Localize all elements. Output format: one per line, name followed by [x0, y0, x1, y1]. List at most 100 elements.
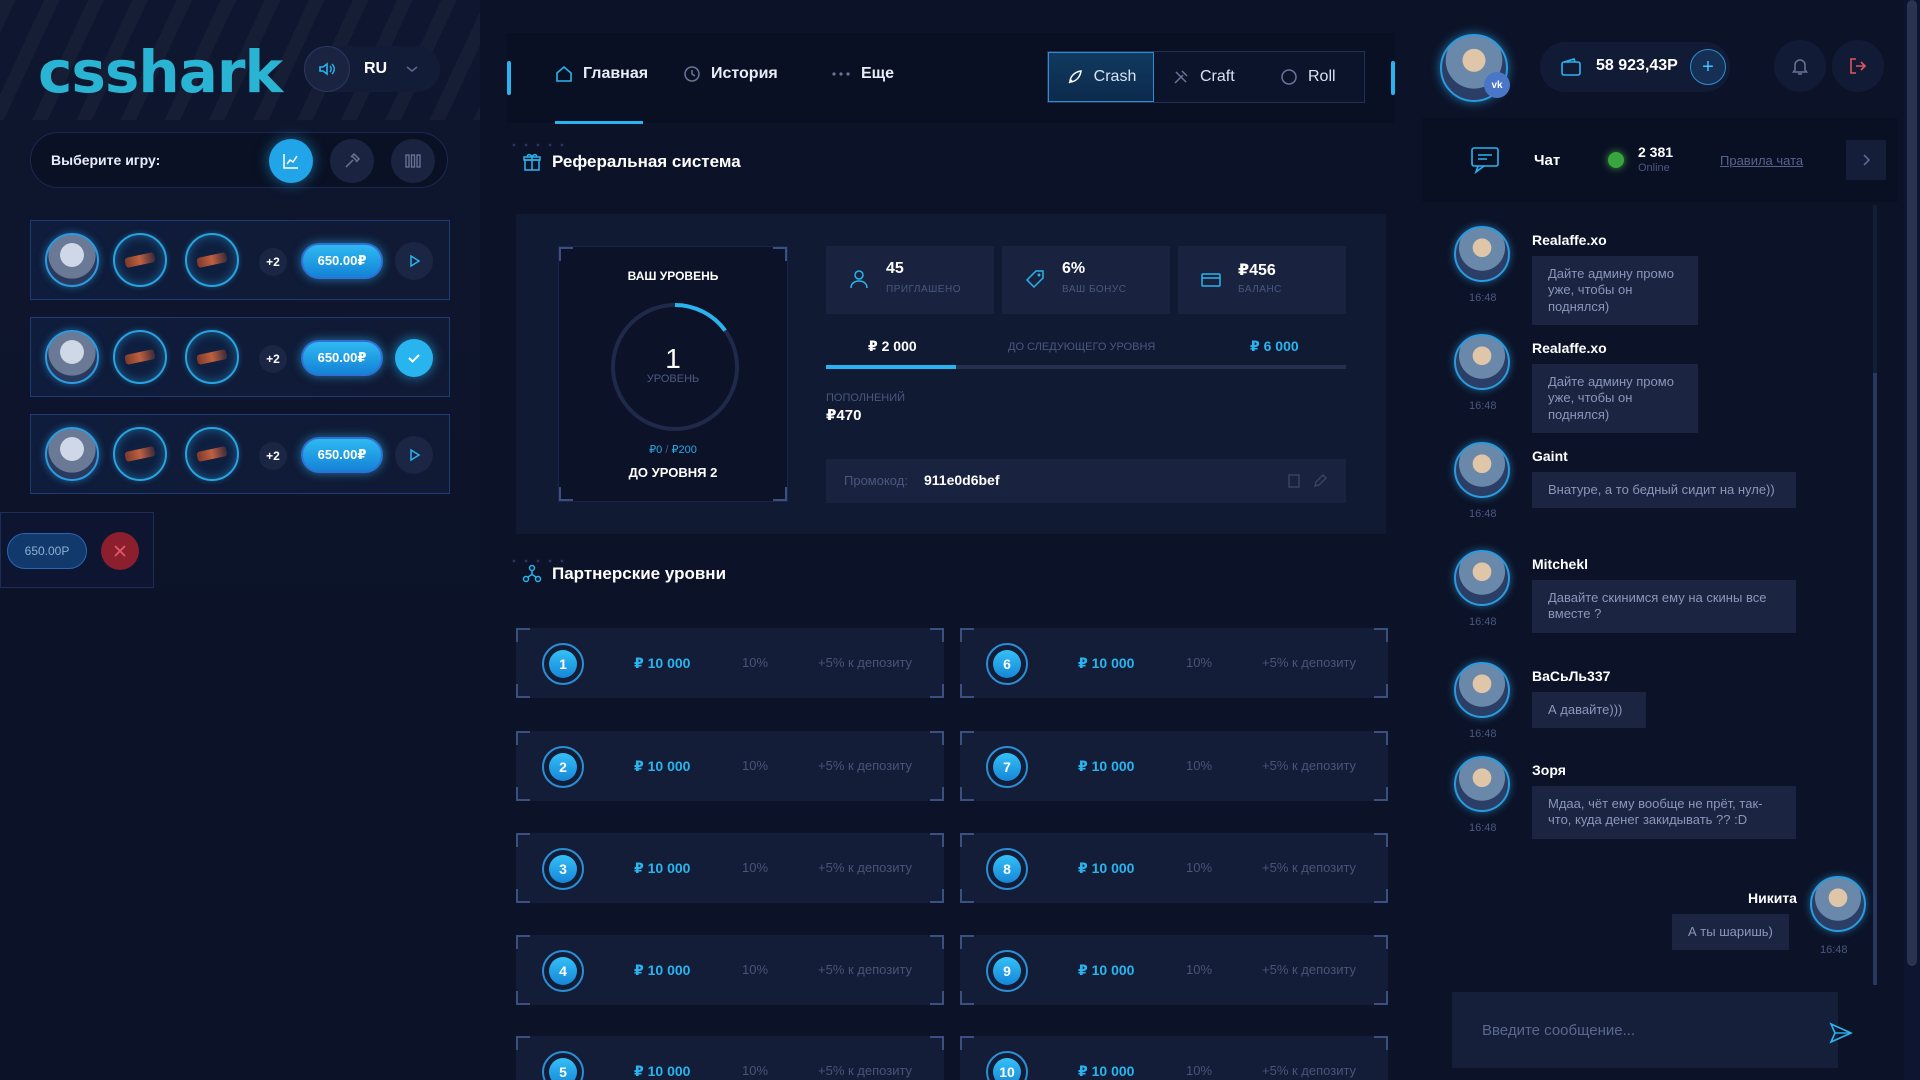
level-number: 1	[549, 650, 577, 678]
chat-input[interactable]	[1452, 992, 1838, 1068]
level-percent: 10%	[742, 860, 769, 875]
frame-corner	[960, 889, 974, 903]
sound-button[interactable]	[304, 46, 350, 92]
skin-item	[185, 330, 239, 384]
level-bonus: +5% к депозиту	[1262, 962, 1357, 977]
avatar[interactable]	[1454, 442, 1510, 498]
edit-icon[interactable]	[1312, 473, 1328, 489]
tab-home-label: Главная	[583, 65, 649, 82]
mode-craft-button[interactable]: Craft	[1172, 52, 1235, 102]
logout-button[interactable]	[1832, 40, 1884, 92]
promo-code-field[interactable]: Промокод: 911e0d6bef	[826, 459, 1346, 503]
level-badge: 7	[986, 746, 1028, 788]
nav-accent-left	[507, 61, 511, 95]
chevron-right-icon	[1863, 154, 1871, 166]
game-roll-button[interactable]	[391, 139, 435, 183]
level-card: ВАШ УРОВЕНЬ 1 УРОВЕНЬ ₽0 / ₽200 ДО УРОВН…	[558, 246, 788, 502]
partner-level-row: 7 ₽ 10 000 10% +5% к депозиту	[960, 731, 1388, 801]
level-badge: 6	[986, 643, 1028, 685]
confirm-button[interactable]	[395, 339, 433, 377]
balance-display: 58 923,43Р +	[1540, 42, 1730, 92]
chat-scrollbar-thumb[interactable]	[1873, 373, 1877, 985]
frame-corner	[930, 787, 944, 801]
message-time: 16:48	[1469, 508, 1497, 520]
avatar[interactable]	[1454, 550, 1510, 606]
frame-corner	[1374, 1036, 1388, 1050]
frame-corner	[773, 247, 787, 261]
notifications-button[interactable]	[1774, 40, 1826, 92]
send-button[interactable]	[1826, 1018, 1856, 1048]
level-amount: ₽ 10 000	[1078, 1063, 1135, 1079]
level-amount: ₽ 10 000	[1078, 860, 1135, 876]
message-time: 16:48	[1469, 400, 1497, 412]
tab-home[interactable]: Главная	[555, 65, 648, 83]
frame-corner	[930, 935, 944, 949]
avatar[interactable]	[1454, 662, 1510, 718]
chat-scrollbar[interactable]	[1873, 205, 1877, 985]
close-icon	[114, 545, 126, 557]
tools-icon	[1174, 70, 1188, 84]
partner-level-row: 1 ₽ 10 000 10% +5% к депозиту	[516, 628, 944, 698]
online-count: 2 381	[1638, 144, 1674, 160]
speaker-icon	[319, 62, 335, 76]
skin-item	[113, 330, 167, 384]
level-amount: ₽ 10 000	[1078, 962, 1135, 978]
frame-corner	[930, 833, 944, 847]
frame-corner	[960, 935, 974, 949]
avatar[interactable]	[1454, 756, 1510, 812]
bet-amount: 650.00₽	[301, 437, 383, 473]
active-tab-indicator	[555, 121, 643, 124]
game-mode-switch: Crash Craft Roll	[1047, 51, 1365, 103]
partner-level-row: 9 ₽ 10 000 10% +5% к депозиту	[960, 935, 1388, 1005]
frame-corner	[1374, 684, 1388, 698]
bet-card[interactable]: +2 650.00₽	[30, 317, 450, 397]
mode-roll-button[interactable]: Roll	[1280, 52, 1336, 102]
tab-more[interactable]: Еще	[831, 65, 894, 83]
progress-to: ₽ 6 000	[1250, 338, 1299, 354]
chat-rules-link[interactable]: Правила чата	[1720, 153, 1803, 168]
online-label: Online	[1638, 162, 1670, 174]
stat-invited: 45 ПРИГЛАШЕНО	[826, 246, 994, 314]
game-craft-button[interactable]	[330, 139, 374, 183]
level-percent: 10%	[1186, 962, 1213, 977]
cancel-bet-button[interactable]	[101, 532, 139, 570]
level-progress-fill	[826, 365, 956, 369]
tab-history[interactable]: История	[683, 65, 778, 83]
level-number: 10	[993, 1058, 1021, 1080]
level-number: 7	[993, 753, 1021, 781]
message-author: Mitchekl	[1532, 556, 1589, 572]
deposit-button[interactable]: +	[1690, 49, 1726, 85]
frame-corner	[960, 684, 974, 698]
frame-corner	[930, 684, 944, 698]
network-icon	[522, 564, 542, 583]
play-button[interactable]	[395, 242, 433, 280]
frame-corner	[930, 889, 944, 903]
level-number: 1	[665, 343, 681, 374]
frame-corner	[559, 247, 573, 261]
play-button[interactable]	[395, 436, 433, 474]
avatar[interactable]	[1454, 334, 1510, 390]
partner-level-row: 4 ₽ 10 000 10% +5% к депозиту	[516, 935, 944, 1005]
logo[interactable]: csshark	[38, 38, 283, 106]
chat-icon	[1471, 147, 1499, 174]
progress-from: ₽ 2 000	[868, 338, 917, 354]
avatar[interactable]	[1454, 226, 1510, 282]
mode-crash-button[interactable]: Crash	[1048, 52, 1154, 102]
frame-corner	[516, 1036, 530, 1050]
level-number: 8	[993, 855, 1021, 883]
level-bonus: +5% к депозиту	[818, 655, 913, 670]
level-amount: ₽ 10 000	[634, 860, 691, 876]
page-scrollbar-thumb[interactable]	[1907, 0, 1917, 966]
bet-card[interactable]: +2 650.00₽	[30, 414, 450, 494]
wallet-icon	[1561, 58, 1581, 76]
game-select-label: Выберите игру:	[51, 152, 161, 168]
copy-icon[interactable]	[1286, 473, 1302, 489]
play-icon	[410, 448, 421, 462]
chat-collapse-button[interactable]	[1846, 140, 1886, 180]
tab-history-label: История	[711, 65, 778, 82]
nav-accent-right	[1391, 61, 1395, 95]
page-scrollbar[interactable]	[1904, 0, 1920, 1080]
bet-card[interactable]: +2 650.00₽	[30, 220, 450, 300]
avatar	[1810, 876, 1866, 932]
game-crash-button[interactable]	[269, 139, 313, 183]
